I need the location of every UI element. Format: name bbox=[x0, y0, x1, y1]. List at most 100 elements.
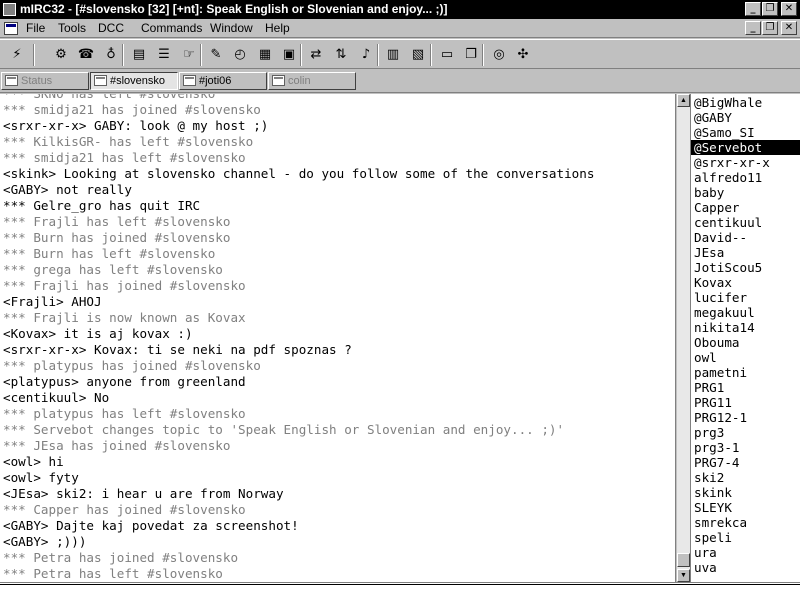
finger-icon[interactable]: ☞ bbox=[178, 44, 200, 66]
scroll-thumb[interactable] bbox=[677, 553, 690, 567]
chat-line: <platypus> anyone from greenland bbox=[3, 374, 246, 389]
nick-list-item[interactable]: @Servebot bbox=[691, 140, 800, 155]
nick-list-item[interactable]: Kovax bbox=[691, 275, 800, 290]
chat-line: <centikuul> No bbox=[3, 390, 110, 405]
menu-tools[interactable]: Tools bbox=[55, 20, 89, 37]
chat-line: <GABY> ;))) bbox=[3, 534, 87, 549]
channel-system-menu-icon[interactable] bbox=[4, 22, 18, 35]
nick-list-item[interactable]: Obouma bbox=[691, 335, 800, 350]
nick-list-item[interactable]: baby bbox=[691, 185, 800, 200]
close-button[interactable]: ✕ bbox=[781, 2, 797, 16]
chat-buffer[interactable]: *** SKNO has left #slovensko*** smidja21… bbox=[0, 94, 676, 582]
chat-line: <owl> fyty bbox=[3, 470, 79, 485]
nick-list-item[interactable]: JEsa bbox=[691, 245, 800, 260]
notify-icon[interactable]: ♪ bbox=[355, 44, 377, 66]
nick-list-item[interactable]: speli bbox=[691, 530, 800, 545]
channels-folder-icon[interactable]: ▤ bbox=[128, 44, 150, 66]
nick-list-item[interactable]: @BigWhale bbox=[691, 95, 800, 110]
tab-colin[interactable]: colin bbox=[268, 72, 356, 90]
menu-dcc[interactable]: DCC bbox=[95, 20, 127, 37]
tab-label: Status bbox=[21, 75, 53, 87]
nick-list-item[interactable]: Capper bbox=[691, 200, 800, 215]
tab-slovensko[interactable]: #slovensko bbox=[90, 72, 178, 90]
mdi-restore-button[interactable]: ❐ bbox=[762, 21, 778, 35]
nick-list-item[interactable]: uva bbox=[691, 560, 800, 575]
nick-list-item[interactable]: prg3 bbox=[691, 425, 800, 440]
nick-list-item[interactable]: ura bbox=[691, 545, 800, 560]
chat-line: <srxr-xr-x> GABY: look @ my host ;) bbox=[3, 118, 269, 133]
url-list-icon[interactable]: ▧ bbox=[407, 44, 429, 66]
chat-line: *** smidja21 has left #slovensko bbox=[3, 150, 246, 165]
chat-line: *** Petra has joined #slovensko bbox=[3, 550, 239, 565]
nick-list-item[interactable]: @srxr-xr-x bbox=[691, 155, 800, 170]
tab-joti06[interactable]: #joti06 bbox=[179, 72, 267, 90]
message-input-area[interactable] bbox=[0, 582, 800, 600]
menu-bar: File Tools DCC Commands Window Help bbox=[0, 19, 800, 38]
scripts-icon[interactable]: ✎ bbox=[205, 44, 227, 66]
about-icon[interactable]: ✣ bbox=[512, 44, 534, 66]
nick-list[interactable]: @BigWhale @GABY @Samo_SI @Servebot @srxr-xr-… bbox=[690, 94, 800, 582]
title-bar[interactable]: mIRC32 - [#slovensko [32] [+nt]: Speak E… bbox=[0, 0, 800, 19]
mdi-minimize-button[interactable]: _ bbox=[745, 21, 761, 35]
nick-list-item[interactable]: prg3-1 bbox=[691, 440, 800, 455]
menu-window[interactable]: Window bbox=[207, 20, 256, 37]
toolbar-separator bbox=[430, 44, 432, 66]
chat-line: *** platypus has joined #slovensko bbox=[3, 358, 261, 373]
nick-list-item[interactable]: PRG1 bbox=[691, 380, 800, 395]
nick-list-item[interactable]: @Samo_SI bbox=[691, 125, 800, 140]
mdi-close-button[interactable]: ✕ bbox=[781, 21, 797, 35]
nick-list-item[interactable]: alfredo11 bbox=[691, 170, 800, 185]
dcc-options-icon[interactable]: ⇅ bbox=[330, 44, 352, 66]
maximize-button[interactable]: ❐ bbox=[762, 2, 778, 16]
nick-list-item[interactable]: JotiScou5 bbox=[691, 260, 800, 275]
dcc-send-icon[interactable]: ▣ bbox=[278, 44, 300, 66]
nick-list-item[interactable]: lucifer bbox=[691, 290, 800, 305]
menu-help[interactable]: Help bbox=[262, 20, 293, 37]
mirc-app-icon[interactable] bbox=[3, 3, 16, 16]
nick-list-item[interactable]: owl bbox=[691, 350, 800, 365]
server-icon[interactable]: ♁ bbox=[100, 44, 122, 66]
nick-list-item[interactable]: smrekca bbox=[691, 515, 800, 530]
tab-label: #slovensko bbox=[110, 75, 166, 87]
colors-icon[interactable]: ▦ bbox=[254, 44, 276, 66]
nick-list-item[interactable]: PRG7-4 bbox=[691, 455, 800, 470]
chat-line: <srxr-xr-x> Kovax: ti se neki na pdf spo… bbox=[3, 342, 352, 357]
menu-file[interactable]: File bbox=[23, 20, 48, 37]
scroll-up-arrow-icon[interactable]: ▲ bbox=[677, 94, 690, 107]
nick-list-item[interactable]: centikuul bbox=[691, 215, 800, 230]
toolbar-separator bbox=[122, 44, 124, 66]
tile-horizontal-icon[interactable]: ▭ bbox=[436, 44, 458, 66]
options-icon[interactable]: ⚙ bbox=[50, 44, 72, 66]
nick-list-item[interactable]: David-- bbox=[691, 230, 800, 245]
mirc-window: mIRC32 - [#slovensko [32] [+nt]: Speak E… bbox=[0, 0, 800, 600]
toolbar: ⚡ ⚙ ☎ ♁ ▤ ☰ ☞ ✎ ◴ ▦ ▣ ⇄ ⇅ ♪ ▥ ▧ ▭ ❐ ◎ ✣ bbox=[0, 39, 800, 69]
connect-icon[interactable]: ⚡ bbox=[6, 44, 28, 66]
minimize-button[interactable]: _ bbox=[745, 2, 761, 16]
chat-scrollbar[interactable]: ▲ ▼ bbox=[677, 94, 690, 582]
channel-window-icon bbox=[183, 75, 196, 86]
nick-list-item[interactable]: ski2 bbox=[691, 470, 800, 485]
nick-list-item[interactable]: PRG12-1 bbox=[691, 410, 800, 425]
cascade-icon[interactable]: ❐ bbox=[460, 44, 482, 66]
message-input[interactable] bbox=[0, 584, 800, 599]
timer-icon[interactable]: ◴ bbox=[229, 44, 251, 66]
tab-label: #joti06 bbox=[199, 75, 232, 87]
nick-list-item[interactable]: pametni bbox=[691, 365, 800, 380]
nick-list-item[interactable]: SLEYK bbox=[691, 500, 800, 515]
dcc-chat-icon[interactable]: ⇄ bbox=[305, 44, 327, 66]
nick-list-item[interactable]: PRG11 bbox=[691, 395, 800, 410]
chat-line: <GABY> Dajte kaj povedat za screenshot! bbox=[3, 518, 299, 533]
menu-commands[interactable]: Commands bbox=[138, 20, 205, 37]
help-icon[interactable]: ◎ bbox=[488, 44, 510, 66]
nick-list-item[interactable]: megakuul bbox=[691, 305, 800, 320]
scroll-down-arrow-icon[interactable]: ▼ bbox=[677, 569, 690, 582]
chat-line: *** Frajli has joined #slovensko bbox=[3, 278, 246, 293]
tab-status[interactable]: Status bbox=[1, 72, 89, 90]
list-icon[interactable]: ▥ bbox=[382, 44, 404, 66]
chat-line: *** smidja21 has joined #slovensko bbox=[3, 102, 261, 117]
nick-list-item[interactable]: nikita14 bbox=[691, 320, 800, 335]
channel-list-icon[interactable]: ☰ bbox=[153, 44, 175, 66]
nick-list-item[interactable]: @GABY bbox=[691, 110, 800, 125]
address-book-icon[interactable]: ☎ bbox=[75, 44, 97, 66]
nick-list-item[interactable]: skink bbox=[691, 485, 800, 500]
